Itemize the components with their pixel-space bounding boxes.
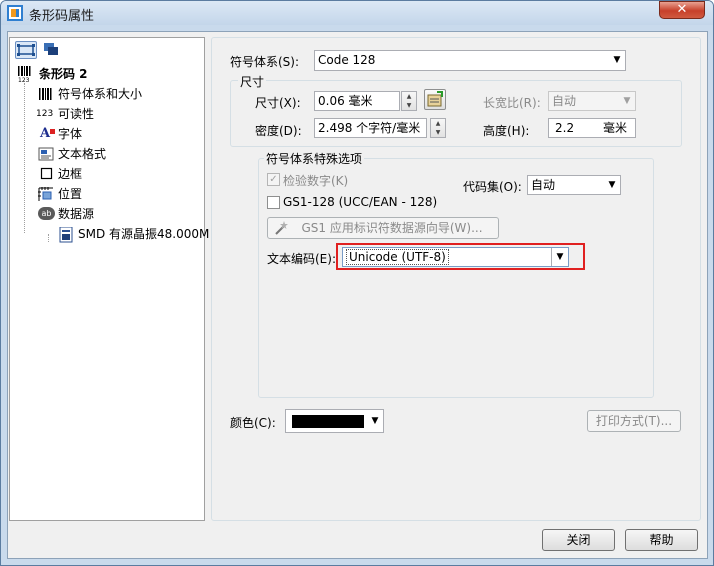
check-digit-checkbox[interactable]: ✓ <box>267 173 280 186</box>
tree-guide-line-sub <box>48 234 49 242</box>
gs1-wizard-button[interactable]: GS1 应用标识符数据源向导(W)... <box>267 217 499 239</box>
print-method-button[interactable]: 打印方式(T)... <box>587 410 681 432</box>
chevron-down-icon: ▼ <box>551 248 568 266</box>
tree-guide-line <box>24 83 25 233</box>
tree-root-label: 条形码 2 <box>39 67 88 81</box>
text-encoding-value: Unicode (UTF-8) <box>346 249 449 265</box>
code-set-value: 自动 <box>531 178 556 192</box>
size-value: 0.06 毫米 <box>318 94 373 108</box>
title-bar[interactable]: 条形码属性 <box>1 1 713 25</box>
aspect-ratio-value: 自动 <box>552 94 577 108</box>
font-icon-accent <box>50 129 55 134</box>
symbology-dropdown[interactable]: Code 128 ▼ <box>314 50 626 71</box>
symbology-label: 符号体系(S): <box>230 55 300 69</box>
text-encoding-dropdown[interactable]: Unicode (UTF-8) ▼ <box>342 247 569 267</box>
density-value: 2.498 个字符/毫米 <box>318 121 421 135</box>
tree-item-label: 文本格式 <box>58 147 107 161</box>
help-button[interactable]: 帮助 <box>625 529 698 551</box>
density-label: 密度(D): <box>255 124 302 138</box>
height-value: 2.2 <box>555 121 575 135</box>
height-input[interactable]: 2.2 毫米 <box>548 118 636 138</box>
layers-view-button[interactable] <box>41 41 63 59</box>
code-set-label: 代码集(O): <box>463 180 522 194</box>
svg-text:123: 123 <box>18 77 30 82</box>
print-method-label: 打印方式(T)... <box>595 414 673 428</box>
position-icon <box>38 187 54 201</box>
spin-up-icon: ▲ <box>406 93 412 100</box>
app-icon <box>7 5 23 21</box>
spin-up-icon: ▲ <box>435 120 441 127</box>
border-icon <box>40 167 56 181</box>
tree-item-label: 可读性 <box>58 107 95 121</box>
property-tree-panel: 123 条形码 2 符号体系和大小 123 可读性 A 字体 文本格式 边框 位… <box>9 37 209 521</box>
chevron-down-icon: ▼ <box>613 55 621 65</box>
spin-down-icon: ▼ <box>406 102 412 109</box>
size-spinner[interactable]: ▲ ▼ <box>401 91 417 111</box>
code-set-dropdown[interactable]: 自动 ▼ <box>527 175 621 195</box>
gs1-128-label: GS1-128 (UCC/EAN - 128) <box>283 195 438 209</box>
barcode-icon: 123 <box>17 66 33 84</box>
data-source-icon: ab <box>38 207 55 220</box>
barcode-bars-icon <box>38 87 54 101</box>
density-input[interactable]: 2.498 个字符/毫米 <box>314 118 427 138</box>
wand-icon <box>273 220 289 242</box>
close-button[interactable]: 关闭 <box>542 529 615 551</box>
color-label: 颜色(C): <box>230 416 276 430</box>
tree-item-label: 字体 <box>58 127 83 141</box>
spin-down-icon: ▼ <box>435 129 441 136</box>
size-group-title: 尺寸 <box>238 73 267 90</box>
window-close-button[interactable]: ✕ <box>659 1 705 19</box>
aspect-ratio-dropdown[interactable]: 自动 ▼ <box>548 91 636 111</box>
special-options-title: 符号体系特殊选项 <box>264 150 365 167</box>
tree-item-label: 位置 <box>58 187 83 201</box>
close-icon: ✕ <box>676 2 688 17</box>
color-swatch <box>292 415 364 428</box>
symbology-value: Code 128 <box>318 53 376 67</box>
tree-view-icon <box>17 44 35 56</box>
size-label: 尺寸(X): <box>255 96 301 110</box>
text-encoding-label: 文本编码(E): <box>267 252 336 266</box>
checkmark-icon: ✓ <box>269 174 278 185</box>
help-button-label: 帮助 <box>649 533 674 547</box>
tree-subitem-label: SMD 有源晶振48.000M <box>78 227 210 241</box>
size-preset-icon <box>427 91 443 107</box>
layers-icon <box>44 43 58 55</box>
tree-item-label: 边框 <box>58 167 83 181</box>
aspect-ratio-label: 长宽比(R): <box>483 96 541 110</box>
tree-item-label: 符号体系和大小 <box>58 87 143 101</box>
tree-view-button[interactable] <box>15 41 37 59</box>
chevron-down-icon: ▼ <box>608 180 616 190</box>
chevron-down-icon: ▼ <box>371 416 379 426</box>
tree-item-label: 数据源 <box>58 207 95 221</box>
size-preset-button[interactable] <box>424 89 446 110</box>
check-digit-label: 检验数字(K) <box>283 174 349 188</box>
gs1-128-checkbox[interactable] <box>267 196 280 209</box>
density-spinner[interactable]: ▲ ▼ <box>430 118 446 138</box>
size-input[interactable]: 0.06 毫米 <box>314 91 400 111</box>
chevron-down-icon: ▼ <box>623 96 631 106</box>
color-picker[interactable]: ▼ <box>285 409 384 433</box>
gs1-wizard-label: GS1 应用标识符数据源向导(W)... <box>301 221 483 235</box>
text-format-icon <box>38 147 54 161</box>
height-unit: 毫米 <box>603 121 628 135</box>
readability-123-icon: 123 <box>36 109 54 119</box>
window-title: 条形码属性 <box>29 9 95 24</box>
data-item-icon <box>58 226 74 243</box>
close-button-label: 关闭 <box>566 533 591 547</box>
height-label: 高度(H): <box>483 124 530 138</box>
